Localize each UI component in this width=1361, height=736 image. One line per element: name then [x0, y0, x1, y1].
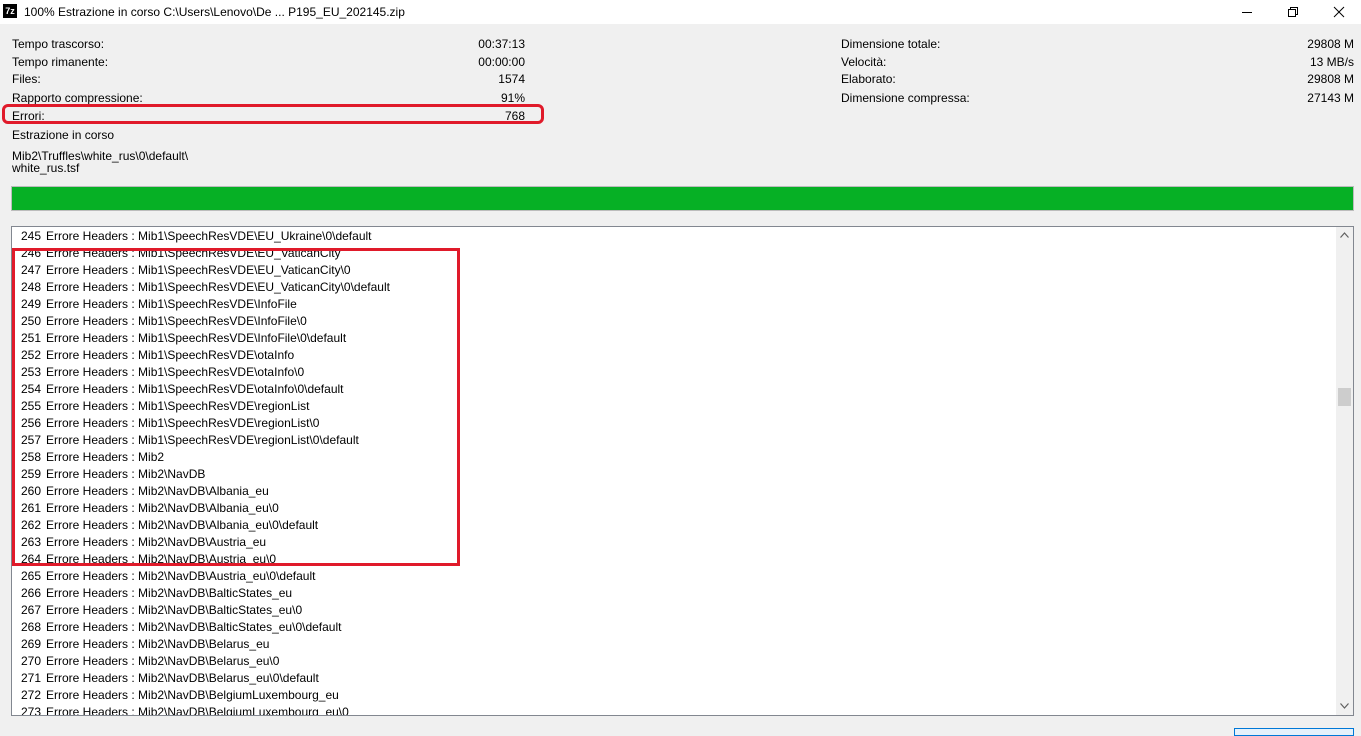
- progress-fill: [12, 187, 1353, 210]
- speed-value: 13 MB/s: [1309, 55, 1354, 69]
- log-row-number: 268: [20, 620, 41, 634]
- log-row-message: Errore Headers : Mib1\SpeechResVDE\EU_Uk…: [46, 229, 372, 243]
- log-row-message: Errore Headers : Mib2\NavDB\Belarus_eu: [46, 637, 270, 651]
- log-row-number: 265: [20, 569, 41, 583]
- compressed-size-value: 27143 M: [1307, 91, 1354, 105]
- current-file: white_rus.tsf: [12, 161, 80, 175]
- log-row-number: 267: [20, 603, 41, 617]
- window-title: 100% Estrazione in corso C:\Users\Lenovo…: [24, 5, 405, 19]
- log-row-number: 269: [20, 637, 41, 651]
- scrollbar-thumb[interactable]: [1338, 387, 1351, 406]
- elapsed-time-label: Tempo trascorso:: [12, 37, 105, 51]
- minimize-button[interactable]: [1224, 0, 1270, 24]
- errors-highlight-annotation: [2, 104, 544, 124]
- log-highlight-annotation: [12, 248, 460, 566]
- app-7zip-icon: 7z: [3, 4, 17, 18]
- log-row-number: 272: [20, 688, 41, 702]
- scroll-up-button[interactable]: [1336, 227, 1353, 244]
- log-row-number: 273: [20, 705, 41, 716]
- vertical-scrollbar[interactable]: [1336, 227, 1353, 715]
- log-row-number: 270: [20, 654, 41, 668]
- log-row-message: Errore Headers : Mib2\NavDB\Belarus_eu\0: [46, 654, 280, 668]
- log-row-number: 245: [20, 229, 41, 243]
- compression-ratio-value: 91%: [500, 91, 525, 105]
- processed-value: 29808 M: [1307, 72, 1354, 86]
- log-row-message: Errore Headers : Mib2\NavDB\Belarus_eu\0…: [46, 671, 319, 685]
- background-button[interactable]: [1234, 728, 1354, 736]
- total-size-label: Dimensione totale:: [841, 37, 941, 51]
- chevron-up-icon: [1340, 232, 1349, 238]
- processed-label: Elaborato:: [841, 72, 896, 86]
- speed-label: Velocità:: [841, 55, 887, 69]
- elapsed-time-value: 00:37:13: [478, 37, 525, 51]
- compression-ratio-label: Rapporto compressione:: [12, 91, 143, 105]
- restore-button[interactable]: [1270, 0, 1316, 24]
- files-value: 1574: [498, 72, 525, 86]
- restore-icon: [1288, 7, 1298, 17]
- close-icon: [1333, 6, 1345, 18]
- log-row-number: 266: [20, 586, 41, 600]
- chevron-down-icon: [1340, 703, 1349, 709]
- files-label: Files:: [12, 72, 41, 86]
- log-row-message: Errore Headers : Mib2\NavDB\BelgiumLuxem…: [46, 705, 349, 716]
- remaining-time-label: Tempo rimanente:: [12, 55, 109, 69]
- status-label: Estrazione in corso: [12, 128, 115, 142]
- log-row-message: Errore Headers : Mib2\NavDB\BalticStates…: [46, 620, 342, 634]
- log-row-message: Errore Headers : Mib2\NavDB\BalticStates…: [46, 586, 293, 600]
- log-row-message: Errore Headers : Mib2\NavDB\BalticStates…: [46, 603, 303, 617]
- remaining-time-value: 00:00:00: [478, 55, 525, 69]
- minimize-icon: [1242, 12, 1252, 13]
- close-button[interactable]: [1316, 0, 1361, 24]
- log-row-number: 271: [20, 671, 41, 685]
- log-row-message: Errore Headers : Mib2\NavDB\Austria_eu\0…: [46, 569, 316, 583]
- scroll-down-button[interactable]: [1336, 698, 1353, 715]
- log-row-message: Errore Headers : Mib2\NavDB\BelgiumLuxem…: [46, 688, 339, 702]
- total-size-value: 29808 M: [1307, 37, 1354, 51]
- compressed-size-label: Dimensione compressa:: [841, 91, 970, 105]
- title-bar: 7z 100% Estrazione in corso C:\Users\Len…: [0, 0, 1361, 24]
- progress-bar: [11, 186, 1354, 211]
